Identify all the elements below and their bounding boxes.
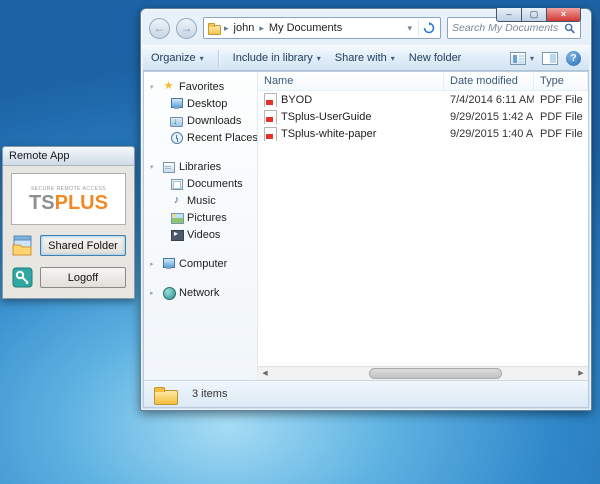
file-date: 9/29/2015 1:42 AM xyxy=(444,111,534,123)
expander-icon[interactable]: ▸ xyxy=(150,289,158,297)
shared-folder-button[interactable]: Shared Folder xyxy=(40,235,126,256)
help-button[interactable]: ? xyxy=(566,51,581,66)
change-view-button[interactable]: ▾ xyxy=(510,52,534,65)
minimize-button[interactable]: – xyxy=(496,8,522,22)
toolbar-divider xyxy=(218,50,219,66)
preview-pane-button[interactable] xyxy=(542,52,558,65)
address-dropdown-icon[interactable]: ▾ xyxy=(404,23,415,34)
sidebar-item-videos[interactable]: Videos xyxy=(144,226,257,243)
sidebar-item-documents[interactable]: Documents xyxy=(144,175,257,192)
star-icon: ★ xyxy=(162,80,175,93)
search-icon xyxy=(564,22,576,35)
scroll-right-arrow[interactable]: ▶ xyxy=(574,367,588,380)
pdf-file-icon xyxy=(264,93,276,107)
shared-folder-icon xyxy=(11,234,34,257)
details-pane: 3 items xyxy=(143,380,589,408)
desktop-icon xyxy=(170,97,183,110)
file-row-byod[interactable]: BYOD 7/4/2014 6:11 AM PDF File xyxy=(258,91,588,108)
column-header-type[interactable]: Type xyxy=(534,72,588,90)
file-type: PDF File xyxy=(534,111,588,123)
explorer-toolbar: Organize ▾ Include in library ▾ Share wi… xyxy=(143,45,589,71)
window-title: Remote App xyxy=(9,150,70,162)
file-name: TSplus-white-paper xyxy=(281,128,376,140)
organize-menu[interactable]: Organize ▾ xyxy=(151,52,204,64)
tsplus-logo: SECURE REMOTE ACCESS TSPLUS xyxy=(11,173,126,225)
expander-icon[interactable]: ▸ xyxy=(150,260,158,268)
expander-icon[interactable]: ▾ xyxy=(150,163,158,171)
music-icon: ♪ xyxy=(170,194,183,207)
search-input[interactable] xyxy=(452,22,564,34)
views-icon xyxy=(510,52,526,65)
folder-icon xyxy=(208,22,221,35)
videos-icon xyxy=(170,228,183,241)
new-folder-button[interactable]: New folder xyxy=(409,52,462,64)
chevron-down-icon: ▾ xyxy=(317,54,321,63)
explorer-caption-bar[interactable]: – ▢ × ← → ▸ john ▸ My Documents ▾ xyxy=(141,9,591,45)
recent-places-icon xyxy=(170,131,183,144)
share-with-menu[interactable]: Share with ▾ xyxy=(335,52,395,64)
scrollbar-thumb[interactable] xyxy=(369,368,502,379)
explorer-content: ▾ ★ Favorites Desktop Downloads Recent P… xyxy=(143,71,589,380)
logoff-button[interactable]: Logoff xyxy=(40,267,126,288)
chevron-down-icon: ▾ xyxy=(200,54,204,63)
computer-icon xyxy=(162,257,175,270)
documents-icon xyxy=(170,177,183,190)
pdf-file-icon xyxy=(264,127,276,141)
column-header-name[interactable]: Name xyxy=(258,72,444,90)
sidebar-item-desktop[interactable]: Desktop xyxy=(144,95,257,112)
pictures-icon xyxy=(170,211,183,224)
expander-icon[interactable]: ▾ xyxy=(150,83,158,91)
remote-app-window: Remote App SECURE REMOTE ACCESS TSPLUS S… xyxy=(2,146,135,299)
close-button[interactable]: × xyxy=(547,8,581,22)
scroll-left-arrow[interactable]: ◀ xyxy=(258,367,272,380)
refresh-button[interactable] xyxy=(418,19,438,37)
libraries-icon xyxy=(162,160,175,173)
items-count: 3 items xyxy=(192,388,227,400)
sidebar-item-libraries[interactable]: ▾ Libraries xyxy=(144,158,257,175)
sidebar-item-pictures[interactable]: Pictures xyxy=(144,209,257,226)
file-date: 7/4/2014 6:11 AM xyxy=(444,94,534,106)
file-row-tsplus-userguide[interactable]: TSplus-UserGuide 9/29/2015 1:42 AM PDF F… xyxy=(258,108,588,125)
maximize-button[interactable]: ▢ xyxy=(522,8,547,22)
sidebar-item-music[interactable]: ♪ Music xyxy=(144,192,257,209)
file-name: BYOD xyxy=(281,94,312,106)
sidebar-item-recent-places[interactable]: Recent Places xyxy=(144,129,257,146)
logo-ts: TS xyxy=(29,192,55,214)
remote-app-title-bar[interactable]: Remote App xyxy=(3,147,134,166)
include-in-library-menu[interactable]: Include in library ▾ xyxy=(233,52,321,64)
refresh-icon xyxy=(423,22,435,34)
window-controls: – ▢ × xyxy=(496,8,581,22)
breadcrumb-separator-icon: ▸ xyxy=(224,23,229,34)
file-type: PDF File xyxy=(534,128,588,140)
sidebar-item-computer[interactable]: ▸ Computer xyxy=(144,255,257,272)
desktop[interactable]: { "explorer": { "breadcrumb": { "root": … xyxy=(0,0,600,484)
column-headers: Name Date modified Type xyxy=(258,72,588,91)
sidebar-item-network[interactable]: ▸ Network xyxy=(144,284,257,301)
file-row-tsplus-white-paper[interactable]: TSplus-white-paper 9/29/2015 1:40 AM PDF… xyxy=(258,125,588,142)
file-list: Name Date modified Type BYOD 7/4/2014 6:… xyxy=(257,72,588,380)
pdf-file-icon xyxy=(264,110,276,124)
horizontal-scrollbar[interactable]: ◀ ▶ xyxy=(258,366,588,380)
logoff-icon xyxy=(11,266,34,289)
network-icon xyxy=(162,286,175,299)
sidebar-item-downloads[interactable]: Downloads xyxy=(144,112,257,129)
file-date: 9/29/2015 1:40 AM xyxy=(444,128,534,140)
downloads-icon xyxy=(170,114,183,127)
column-header-date-modified[interactable]: Date modified xyxy=(444,72,534,90)
navigation-pane: ▾ ★ Favorites Desktop Downloads Recent P… xyxy=(144,72,257,380)
address-bar[interactable]: ▸ john ▸ My Documents ▾ xyxy=(203,17,441,39)
back-button[interactable]: ← xyxy=(149,18,170,39)
breadcrumb-segment-my-documents[interactable]: My Documents xyxy=(267,22,344,34)
breadcrumb-separator-icon: ▸ xyxy=(259,23,264,34)
explorer-window: – ▢ × ← → ▸ john ▸ My Documents ▾ xyxy=(140,8,592,411)
chevron-down-icon: ▾ xyxy=(530,54,534,63)
file-type: PDF File xyxy=(534,94,588,106)
file-name: TSplus-UserGuide xyxy=(281,111,371,123)
sidebar-item-favorites[interactable]: ▾ ★ Favorites xyxy=(144,78,257,95)
logo-plus: PLUS xyxy=(55,192,108,214)
breadcrumb-segment-john[interactable]: john xyxy=(232,22,257,34)
folder-icon xyxy=(154,385,178,404)
chevron-down-icon: ▾ xyxy=(391,54,395,63)
forward-button[interactable]: → xyxy=(176,18,197,39)
